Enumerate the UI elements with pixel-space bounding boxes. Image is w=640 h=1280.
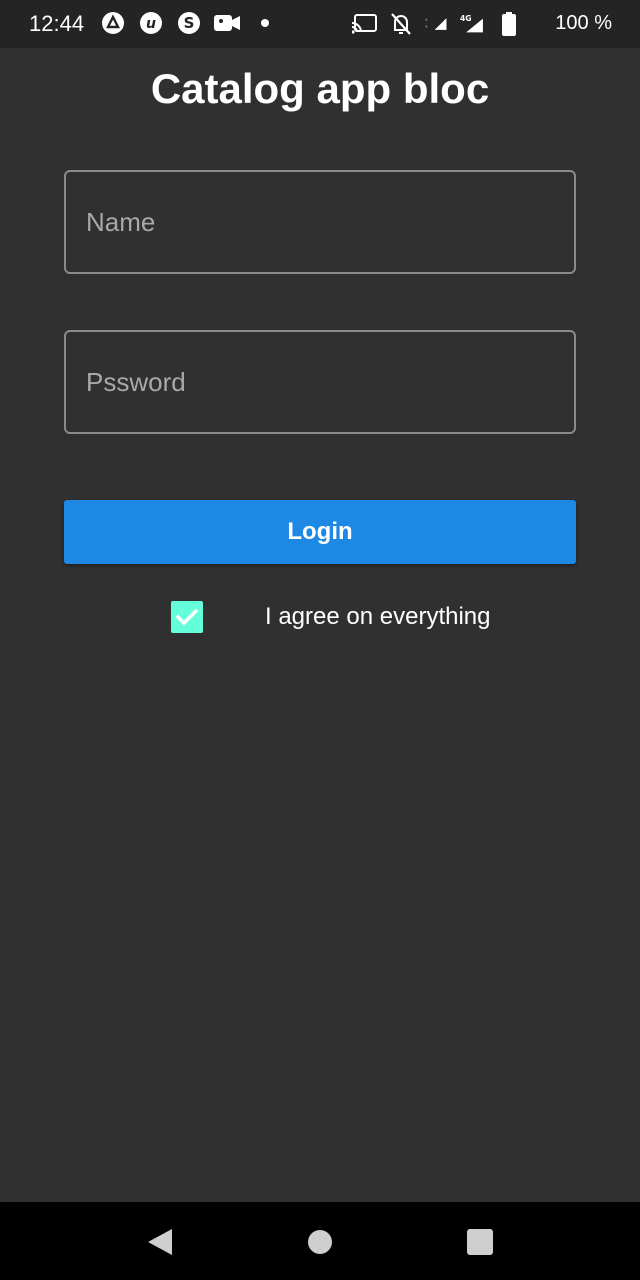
status-bar: 12:44 u S 4G 100 % [0,0,640,48]
name-field[interactable] [64,170,576,274]
signal-icon [424,11,450,37]
battery-percent: 100 % [555,12,612,34]
skype-icon: S [176,10,202,36]
svg-text:u: u [146,16,156,32]
agree-label: I agree on everything [265,603,491,630]
recents-icon[interactable] [460,1222,500,1262]
page-title: Catalog app bloc [150,65,490,112]
svg-text:4G: 4G [460,14,472,23]
password-input[interactable] [86,332,556,432]
cast-icon [352,11,378,37]
navigation-bar [0,1202,640,1280]
name-input[interactable] [86,172,556,272]
svg-text:S: S [184,14,195,32]
status-time: 12:44 [29,11,85,36]
app-a-icon [100,10,126,36]
dot-icon [252,10,278,36]
check-icon [175,608,199,626]
lte-signal-icon: 4G [460,11,486,37]
home-icon[interactable] [300,1222,340,1262]
login-button[interactable]: Login [64,500,576,564]
system-icons: 4G [352,11,522,37]
back-icon[interactable] [140,1222,180,1262]
notification-icons: u S [100,10,278,36]
video-icon [214,10,240,36]
app-u-icon: u [138,10,164,36]
bell-off-icon [388,11,414,37]
agree-checkbox[interactable] [171,601,203,633]
password-field[interactable] [64,330,576,434]
battery-icon [496,11,522,37]
